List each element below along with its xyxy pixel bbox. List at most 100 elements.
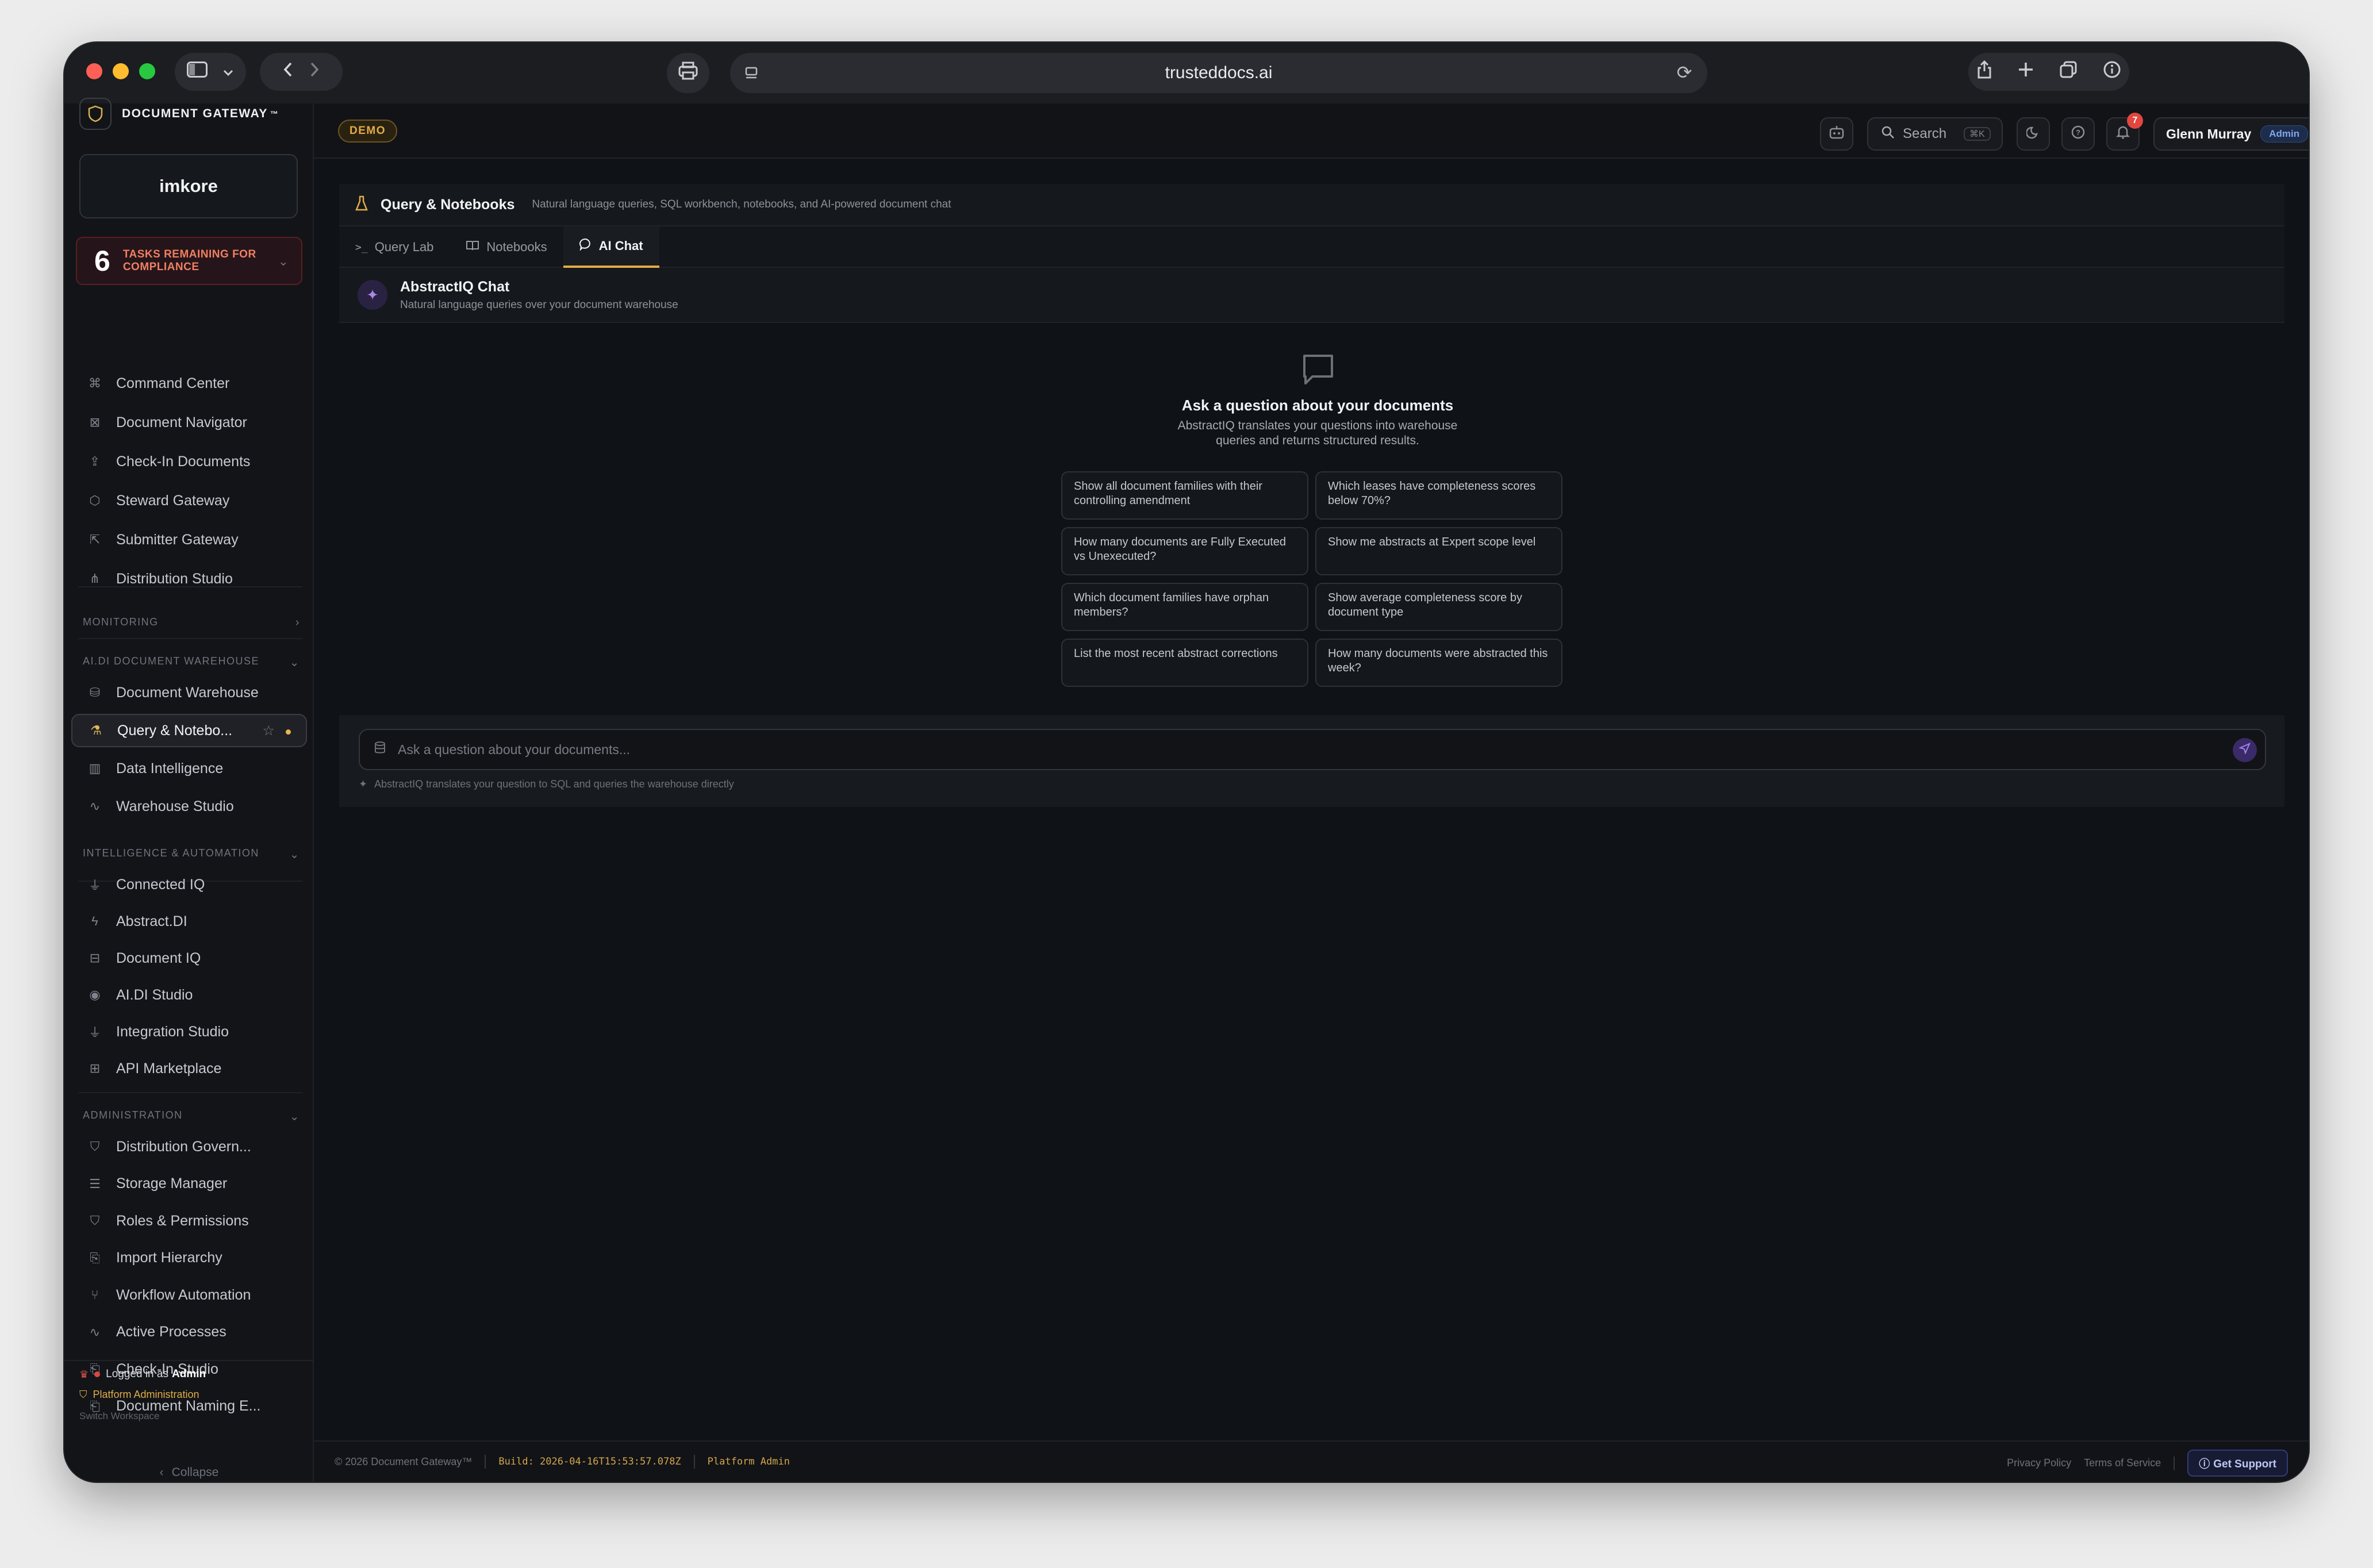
section-label: ADMINISTRATION	[83, 1109, 183, 1121]
forward-icon[interactable]	[309, 61, 320, 83]
sidebar-item[interactable]: ⏚ Integration Studio	[71, 1015, 307, 1048]
share-icon[interactable]	[1976, 60, 1992, 84]
sidebar-item[interactable]: ☰ Storage Manager	[71, 1167, 307, 1201]
sidebar-item[interactable]: ⊟ Document IQ	[71, 941, 307, 975]
assistant-button[interactable]	[1820, 117, 1853, 151]
briefcase-icon: ⊟	[89, 951, 101, 965]
active-dot	[286, 729, 291, 735]
switch-workspace-link[interactable]: Switch Workspace	[79, 1411, 160, 1422]
shield-icon	[79, 98, 112, 130]
bolt-icon: ϟ	[91, 914, 98, 928]
suggestion-chip[interactable]: List the most recent abstract correction…	[1061, 639, 1308, 687]
user-role-badge: Admin	[2260, 125, 2309, 143]
back-icon[interactable]	[282, 61, 294, 83]
section-monitoring[interactable]: MONITORING ›	[83, 616, 300, 629]
send-button[interactable]	[2233, 738, 2257, 762]
suggestion-chip[interactable]: Show all document families with their co…	[1061, 471, 1308, 520]
section-intelligence[interactable]: INTELLIGENCE & AUTOMATION ⌄	[83, 847, 300, 862]
sidebar-item[interactable]: ◉ AI.DI Studio	[71, 978, 307, 1012]
chevron-right-icon: ›	[295, 616, 300, 629]
info-icon[interactable]	[2103, 60, 2121, 83]
section-warehouse[interactable]: AI.DI DOCUMENT WAREHOUSE ⌄	[83, 655, 300, 670]
sidebar-item[interactable]: ∿ Active Processes	[71, 1316, 307, 1349]
sparkles-icon: ✦	[358, 280, 387, 310]
sidebar-item[interactable]: ⏚ Connected IQ	[71, 868, 307, 901]
sidebar-item[interactable]: ϟ Abstract.DI	[71, 905, 307, 938]
sidebar-item[interactable]: ⬡ Steward Gateway	[71, 484, 307, 517]
sidebar-item[interactable]: ⇪ Check-In Documents	[71, 445, 307, 478]
reload-icon[interactable]: ⟳	[1674, 62, 1695, 83]
search-label: Search	[1903, 126, 1947, 141]
suggestion-chip[interactable]: Show average completeness score by docum…	[1315, 583, 1562, 631]
sidebar: DOCUMENT GATEWAY ™ imkore 6 TASKS REMAINI…	[64, 98, 314, 1482]
sidebar-item[interactable]: ⎘ Import Hierarchy	[71, 1242, 307, 1275]
section-label: MONITORING	[83, 616, 159, 628]
suggestion-chip[interactable]: How many documents are Fully Executed vs…	[1061, 527, 1308, 575]
site-settings-icon[interactable]	[742, 63, 762, 83]
sidebar-item[interactable]: ⌘ Command Center	[71, 367, 307, 400]
chat-input[interactable]: Ask a question about your documents...	[359, 729, 2266, 770]
footer-separator	[693, 1455, 695, 1469]
suggestion-chip[interactable]: How many documents were abstracted this …	[1315, 639, 1562, 687]
sidebar-item-label: Storage Manager	[116, 1175, 228, 1192]
tab-query-lab[interactable]: >_ Query Lab	[339, 226, 450, 268]
new-tab-icon[interactable]	[2018, 62, 2034, 82]
suggestion-chip[interactable]: Which document families have orphan memb…	[1061, 583, 1308, 631]
privacy-link[interactable]: Privacy Policy	[2007, 1457, 2071, 1469]
printer-icon	[678, 61, 698, 85]
favorite-star-icon[interactable]: ☆	[262, 722, 275, 739]
address-bar[interactable]: trusteddocs.ai ⟳	[730, 53, 1707, 93]
sidebar-item[interactable]: ▥ Data Intelligence	[71, 752, 307, 785]
platform-admin-link[interactable]: ⛉ Platform Administration	[79, 1389, 199, 1401]
close-window-button[interactable]	[86, 63, 102, 79]
section-administration[interactable]: ADMINISTRATION ⌄	[83, 1109, 300, 1124]
sidebar-item[interactable]: ⊠ Document Navigator	[71, 406, 307, 439]
module-title: Query & Notebooks	[381, 196, 515, 213]
collapse-button[interactable]: ‹ Collapse	[64, 1466, 314, 1479]
printer-extension-button[interactable]	[667, 53, 709, 93]
sidebar-item[interactable]: ⊞ API Marketplace	[71, 1052, 307, 1085]
sidebar-item[interactable]: ⇱ Submitter Gateway	[71, 523, 307, 556]
shield-icon: ⛉	[90, 1139, 100, 1154]
workflow-icon: ⑂	[91, 1288, 99, 1302]
tab-overview-icon[interactable]	[2059, 60, 2078, 83]
sidebar-item[interactable]: ⛉ Roles & Permissions	[71, 1204, 307, 1238]
terminal-icon: >_	[355, 241, 368, 253]
flask-icon: ⚗	[90, 723, 102, 737]
minimize-window-button[interactable]	[113, 63, 129, 79]
app-header: DEMO Search ⌘K ? 7 Glenn Murray Admin	[314, 103, 2309, 159]
maximize-window-button[interactable]	[139, 63, 155, 79]
sidebar-item-label: API Marketplace	[116, 1060, 222, 1077]
module-subtitle: Natural language queries, SQL workbench,…	[532, 198, 951, 210]
sidebar-item[interactable]: ∿ Warehouse Studio	[71, 790, 307, 823]
chat-subtitle: Natural language queries over your docum…	[400, 298, 678, 311]
sidebar-item[interactable]: ⛁ Document Warehouse	[71, 676, 307, 709]
search-button[interactable]: Search ⌘K	[1867, 117, 2003, 151]
sidebar-item-label: Distribution Govern...	[116, 1138, 251, 1155]
user-menu-button[interactable]: Glenn Murray Admin ⚙	[2153, 117, 2309, 151]
theme-toggle-button[interactable]	[2017, 117, 2050, 151]
sidebar-item[interactable]: ⚗ Query & Notebo... ☆	[71, 714, 307, 747]
browser-actions	[1968, 53, 2129, 91]
sidebar-item[interactable]: ⋔ Distribution Studio	[71, 562, 307, 595]
chat-bubble-icon	[579, 238, 592, 254]
store-icon: ⊞	[89, 1061, 101, 1075]
get-support-button[interactable]: ⓘ Get Support	[2187, 1450, 2288, 1477]
sidebar-item[interactable]: ⛉ Distribution Govern...	[71, 1130, 307, 1163]
terms-link[interactable]: Terms of Service	[2084, 1457, 2161, 1469]
suggestion-chip[interactable]: Show me abstracts at Expert scope level	[1315, 527, 1562, 575]
sidebar-icon	[187, 62, 208, 82]
notifications-button[interactable]: 7	[2106, 113, 2143, 151]
upload-icon: ⇪	[89, 454, 101, 468]
url-text: trusteddocs.ai	[1165, 63, 1273, 82]
suggestion-chip[interactable]: Which leases have completeness scores be…	[1315, 471, 1562, 520]
sidebar-item[interactable]: ⑂ Workflow Automation	[71, 1278, 307, 1312]
tab-notebooks[interactable]: Notebooks	[450, 226, 563, 268]
help-button[interactable]: ?	[2061, 117, 2095, 151]
compliance-tasks-banner[interactable]: 6 TASKS REMAINING FOR COMPLIANCE ⌄	[76, 237, 302, 285]
brand-row[interactable]: DOCUMENT GATEWAY ™	[79, 95, 279, 132]
user-name: Glenn Murray	[2166, 126, 2252, 141]
sidebar-toggle-button[interactable]	[175, 53, 246, 91]
tab-ai-chat[interactable]: AI Chat	[563, 226, 659, 268]
copyright: © 2026 Document Gateway™	[335, 1455, 473, 1467]
